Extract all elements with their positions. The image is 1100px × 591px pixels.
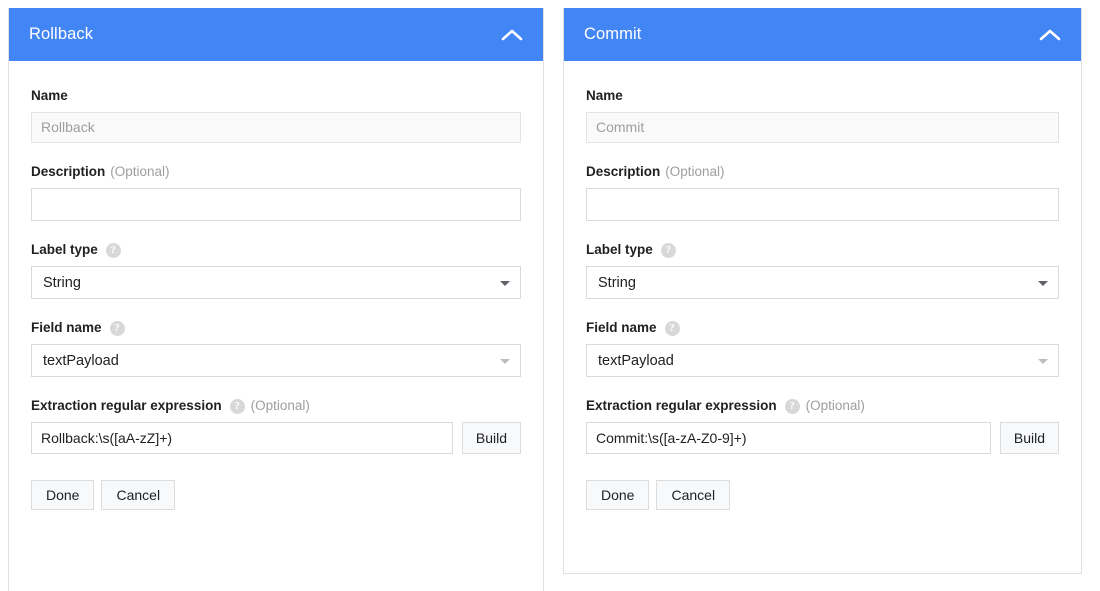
description-input[interactable] <box>586 188 1059 221</box>
label-type-select[interactable]: String <box>586 266 1059 299</box>
extraction-regex-input[interactable]: Rollback:\s([aA-zZ]+) <box>31 422 453 454</box>
cancel-button[interactable]: Cancel <box>101 480 176 510</box>
caret-down-icon <box>500 280 510 286</box>
label-type-selected-value: String <box>43 274 81 291</box>
screenshot-root: Rollback Name Rollback Description (Opti… <box>0 0 1100 591</box>
description-label: Description (Optional) <box>586 163 1059 181</box>
help-circle-icon[interactable]: ? <box>784 398 800 414</box>
label-type-label: Label type ? <box>586 241 1059 259</box>
card-body-commit: Name Commit Description (Optional) Label… <box>564 61 1081 534</box>
field-name-select[interactable]: textPayload <box>586 344 1059 377</box>
extraction-regex-optional-text: (Optional) <box>250 398 310 413</box>
field-name-label: Field name ? <box>31 319 521 337</box>
caret-down-icon <box>500 358 510 364</box>
label-type-label-text: Label type <box>586 242 653 257</box>
card-title: Rollback <box>29 25 94 43</box>
field-name-selected-value: textPayload <box>43 352 119 369</box>
extraction-regex-label: Extraction regular expression ? (Optiona… <box>586 397 1059 415</box>
extraction-regex-field-group: Extraction regular expression ? (Optiona… <box>31 397 521 454</box>
card-body-rollback: Name Rollback Description (Optional) Lab… <box>9 61 543 534</box>
label-editor-card-commit: Commit Name Commit Description (Optional… <box>563 8 1082 574</box>
done-button[interactable]: Done <box>586 480 650 510</box>
card-actions-rollback: Done Cancel <box>31 480 521 534</box>
field-name-label-text: Field name <box>586 320 657 335</box>
card-header-rollback: Rollback <box>9 8 543 61</box>
field-name-label: Field name ? <box>586 319 1059 337</box>
extraction-regex-optional-text: (Optional) <box>805 398 865 413</box>
card-actions-commit: Done Cancel <box>586 480 1059 534</box>
card-title: Commit <box>584 25 642 43</box>
chevron-up-icon[interactable] <box>1035 20 1065 50</box>
caret-down-icon <box>1038 280 1048 286</box>
name-input[interactable]: Rollback <box>31 112 521 143</box>
label-type-selected-value: String <box>598 274 636 291</box>
help-circle-icon[interactable]: ? <box>109 320 125 336</box>
build-button[interactable]: Build <box>999 422 1059 454</box>
name-label: Name <box>586 87 1059 105</box>
extraction-regex-row: Rollback:\s([aA-zZ]+) Build <box>31 422 521 454</box>
label-editor-card-rollback: Rollback Name Rollback Description (Opti… <box>8 8 544 591</box>
extraction-regex-row: Commit:\s([a-zA-Z0-9]+) Build <box>586 422 1059 454</box>
field-name-select[interactable]: textPayload <box>31 344 521 377</box>
description-field-group: Description (Optional) <box>31 163 521 221</box>
field-name-label-text: Field name <box>31 320 102 335</box>
done-button[interactable]: Done <box>31 480 95 510</box>
name-input[interactable]: Commit <box>586 112 1059 143</box>
description-input[interactable] <box>31 188 521 221</box>
field-name-selected-value: textPayload <box>598 352 674 369</box>
help-circle-icon[interactable]: ? <box>229 398 245 414</box>
name-field-group: Name Commit <box>586 87 1059 143</box>
chevron-up-icon[interactable] <box>497 20 527 50</box>
description-label-text: Description <box>586 164 661 179</box>
extraction-regex-field-group: Extraction regular expression ? (Optiona… <box>586 397 1059 454</box>
help-circle-icon[interactable]: ? <box>660 242 676 258</box>
description-field-group: Description (Optional) <box>586 163 1059 221</box>
label-type-field-group: Label type ? String <box>586 241 1059 299</box>
name-label-text: Name <box>31 88 68 103</box>
extraction-regex-input[interactable]: Commit:\s([a-zA-Z0-9]+) <box>586 422 991 454</box>
description-optional-text: (Optional) <box>665 164 725 179</box>
extraction-regex-label-text: Extraction regular expression <box>586 398 777 413</box>
label-type-select[interactable]: String <box>31 266 521 299</box>
build-button[interactable]: Build <box>461 422 521 454</box>
extraction-regex-label-text: Extraction regular expression <box>31 398 222 413</box>
name-label-text: Name <box>586 88 623 103</box>
description-optional-text: (Optional) <box>110 164 170 179</box>
field-name-field-group: Field name ? textPayload <box>586 319 1059 377</box>
description-label: Description (Optional) <box>31 163 521 181</box>
description-label-text: Description <box>31 164 106 179</box>
label-type-label: Label type ? <box>31 241 521 259</box>
name-label: Name <box>31 87 521 105</box>
label-type-label-text: Label type <box>31 242 98 257</box>
cancel-button[interactable]: Cancel <box>656 480 731 510</box>
extraction-regex-label: Extraction regular expression ? (Optiona… <box>31 397 521 415</box>
field-name-field-group: Field name ? textPayload <box>31 319 521 377</box>
card-header-commit: Commit <box>564 8 1081 61</box>
label-type-field-group: Label type ? String <box>31 241 521 299</box>
name-field-group: Name Rollback <box>31 87 521 143</box>
caret-down-icon <box>1038 358 1048 364</box>
help-circle-icon[interactable]: ? <box>664 320 680 336</box>
help-circle-icon[interactable]: ? <box>105 242 121 258</box>
